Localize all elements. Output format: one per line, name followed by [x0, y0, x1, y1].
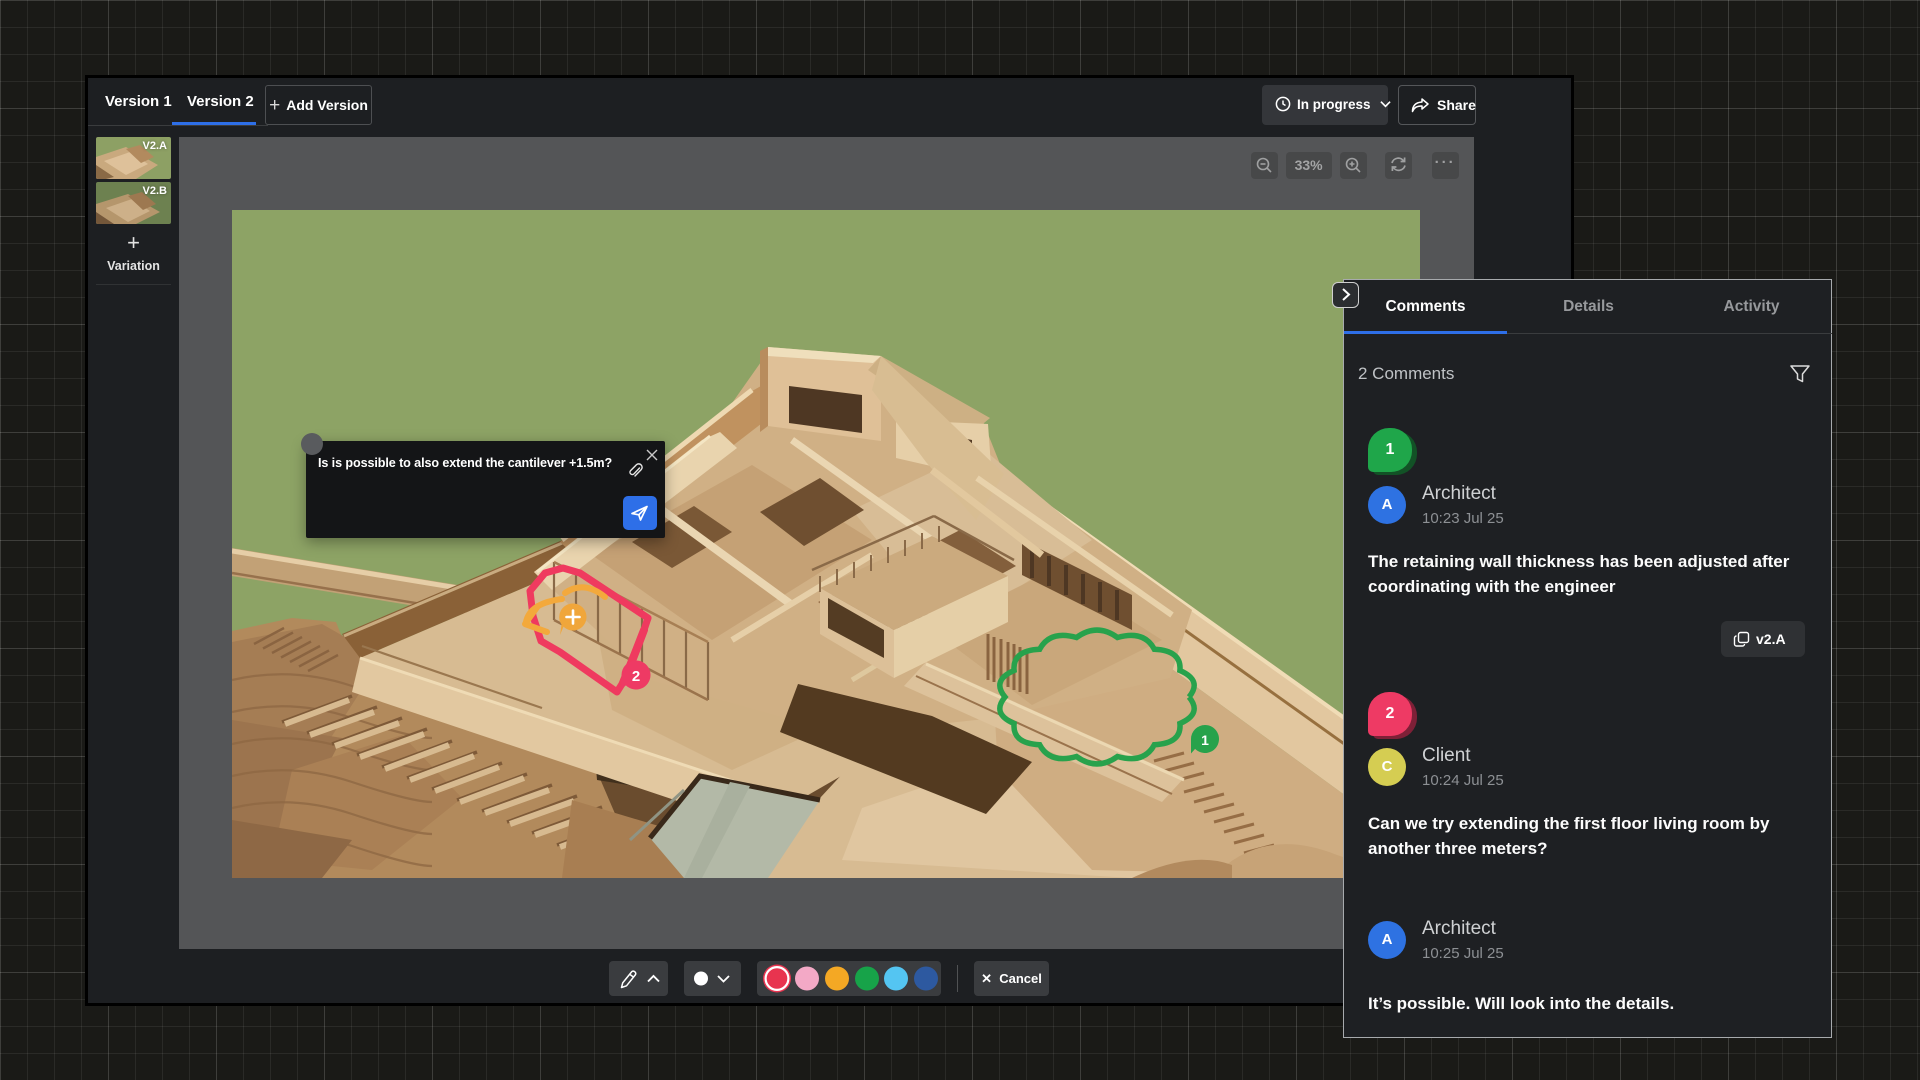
svg-text:1: 1: [1201, 732, 1209, 748]
svg-text:2: 2: [632, 668, 640, 685]
